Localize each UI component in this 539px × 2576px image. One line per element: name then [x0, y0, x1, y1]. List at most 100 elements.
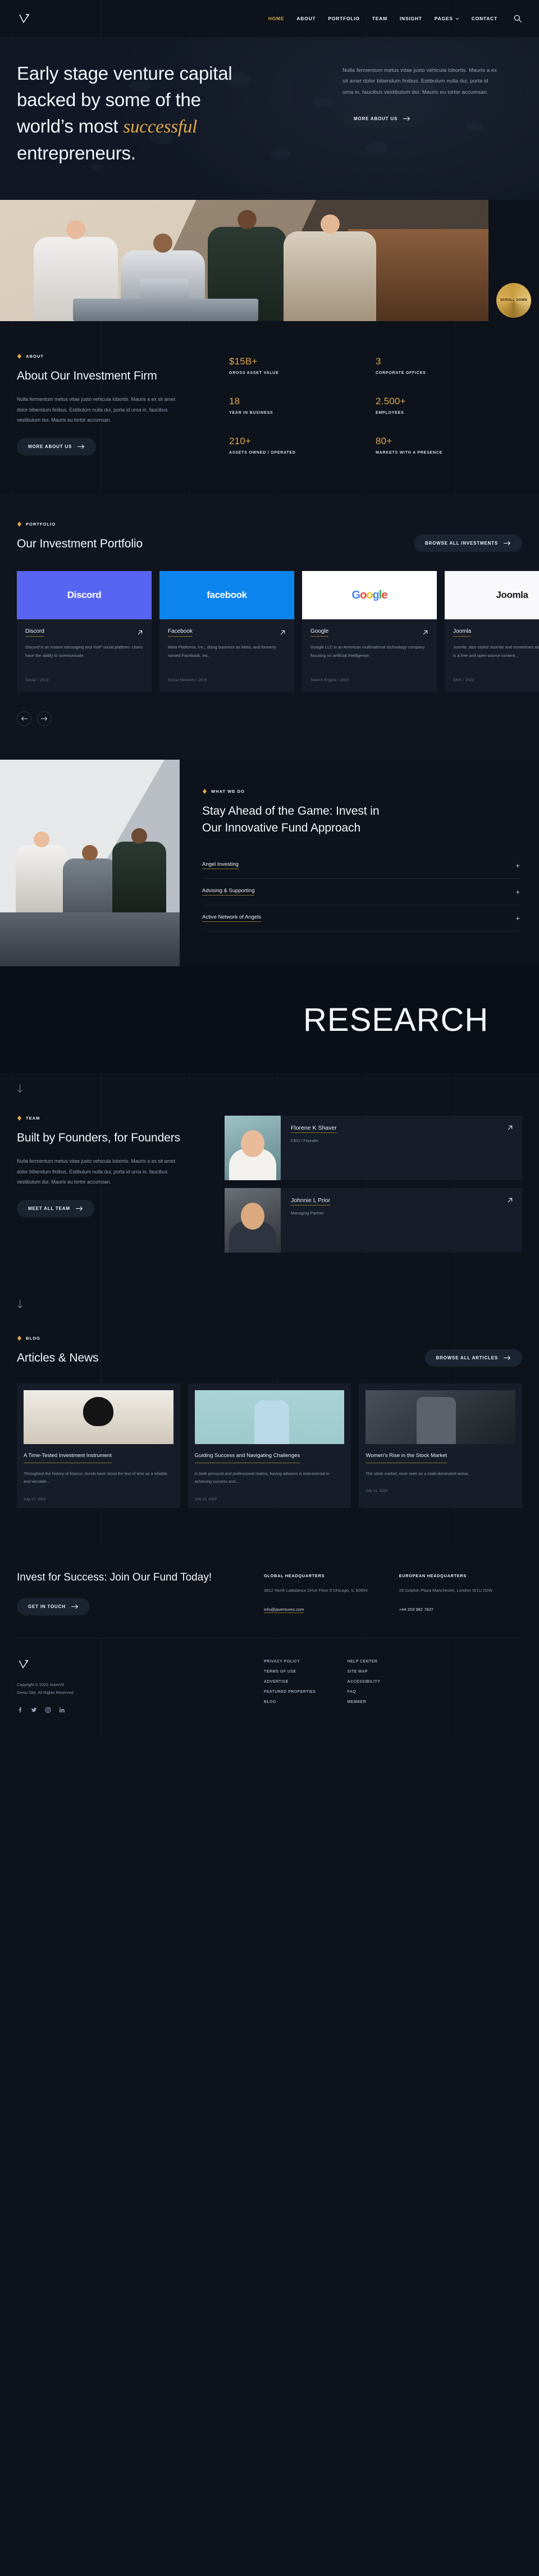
v-monogram-logo-footer[interactable] [17, 1657, 30, 1671]
nav-item-team[interactable]: TEAM [372, 16, 387, 21]
footer-link-advertise[interactable]: ADVERTISE [264, 1680, 316, 1684]
portfolio-card[interactable]: Joomla Joomla Joomla, also styled Joomla… [445, 571, 539, 692]
footer-link-site-map[interactable]: SITE MAP [348, 1670, 381, 1674]
accordion-item-advising-supporting[interactable]: Advising & Supporting + [202, 879, 520, 905]
nav-item-pages[interactable]: PAGES [435, 16, 459, 21]
office-heading: EUROPEAN HEADQUARTERS [399, 1573, 492, 1578]
services-accordion: Angel Investing + Advising & Supporting … [202, 852, 520, 931]
stat-value: $15B+ [229, 356, 376, 367]
arrow-up-right-icon[interactable] [507, 1125, 513, 1131]
footer-link-member[interactable]: MEMBER [348, 1700, 381, 1704]
nav-label: INSIGHT [400, 16, 422, 21]
nav-item-portfolio[interactable]: PORTFOLIO [328, 16, 359, 21]
linkedin-icon[interactable] [59, 1707, 65, 1713]
plus-icon[interactable]: + [515, 862, 520, 869]
meet-all-team-button[interactable]: MEET ALL TEAM [17, 1200, 94, 1217]
primary-navigation: HOME ABOUT PORTFOLIO TEAM INSIGHT PAGES … [268, 14, 522, 23]
arrow-up-right-icon[interactable] [507, 1197, 513, 1203]
portfolio-card-title: Joomla [453, 628, 471, 637]
team-eyebrow: TEAM [17, 1116, 202, 1121]
nav-item-home[interactable]: HOME [268, 16, 285, 21]
portfolio-card-title: Discord [25, 628, 44, 637]
gold-diamond-icon [17, 1116, 22, 1121]
portfolio-brand-logo: facebook [159, 571, 294, 619]
browse-all-investments-button[interactable]: BROWSE ALL INVESTMENTS [414, 535, 522, 552]
carousel-next-button[interactable] [37, 711, 52, 726]
arrow-right-icon [504, 1355, 511, 1360]
nav-label: PORTFOLIO [328, 16, 359, 21]
v-monogram-logo[interactable] [17, 11, 31, 26]
stat-value: 3 [376, 356, 522, 367]
office-collaboration-photo [0, 760, 180, 966]
arrow-up-right-icon[interactable] [280, 629, 286, 636]
button-label: MORE ABOUT US [354, 116, 398, 121]
nav-item-contact[interactable]: CONTACT [472, 16, 497, 21]
portfolio-card-meta: Social Network / 2023 [168, 678, 286, 682]
footer-link-blog[interactable]: BLOG [264, 1700, 316, 1704]
footer-link-accessibility[interactable]: ACCESSIBILITY [348, 1680, 381, 1684]
about-stats-grid: $15B+ GROSS ASSET VALUE 3 CORPORATE OFFI… [229, 354, 522, 455]
blog-card[interactable]: Women's Rise in the Stock Market The sto… [359, 1383, 522, 1508]
arrow-right-icon [76, 1206, 83, 1211]
about-more-about-us-button[interactable]: MORE ABOUT US [17, 438, 96, 455]
portfolio-card[interactable]: Google Google Google LLC is an American … [302, 571, 437, 692]
hero-photo-band: SCROLL DOWN [0, 200, 539, 321]
google-wordmark: Google [352, 589, 387, 602]
arrow-down-icon [17, 1300, 23, 1309]
browse-all-articles-button[interactable]: BROWSE ALL ARTICLES [425, 1349, 522, 1367]
facebook-icon[interactable] [17, 1707, 23, 1713]
plus-icon[interactable]: + [515, 915, 520, 922]
blog-card[interactable]: A Time-Tested Investment Instrument Thro… [17, 1383, 180, 1508]
get-in-touch-button[interactable]: GET IN TOUCH [17, 1598, 90, 1615]
arrow-up-right-icon[interactable] [137, 629, 143, 636]
team-member-card[interactable]: Johnnie L Prior Managing Partner [225, 1188, 522, 1253]
stat-item: 2.500+ EMPLOYEES [376, 396, 522, 415]
stat-value: 2.500+ [376, 396, 522, 407]
blog-card-title: Women's Rise in the Stock Market [366, 1452, 447, 1463]
portfolio-card-desc: Google LLC is an American multinational … [310, 643, 428, 669]
accordion-item-angel-investing[interactable]: Angel Investing + [202, 852, 520, 879]
instagram-icon[interactable] [45, 1707, 51, 1713]
arrow-up-right-icon[interactable] [422, 629, 428, 636]
twitter-icon[interactable] [31, 1707, 37, 1713]
blog-card-excerpt: The stock market, once seen as a male-do… [366, 1470, 515, 1478]
arrow-right-icon [403, 116, 410, 121]
hero-more-about-us-button[interactable]: MORE ABOUT US [342, 110, 422, 127]
portfolio-card-title: Google [310, 628, 328, 637]
footer-link-terms-of-use[interactable]: TERMS OF USE [264, 1670, 316, 1674]
hero-title-line-2: backed by some of the [17, 89, 201, 110]
hero-section: Early stage venture capital backed by so… [0, 37, 539, 200]
portfolio-carousel-nav [17, 711, 522, 726]
footer-column-legal: PRIVACY POLICY TERMS OF USE ADVERTISE FE… [264, 1660, 316, 1713]
social-links [17, 1707, 241, 1713]
scroll-down-badge[interactable]: SCROLL DOWN [496, 283, 531, 318]
portfolio-card[interactable]: Discord Discord Discord is an instant me… [17, 571, 152, 692]
accordion-item-active-network[interactable]: Active Network of Angels + [202, 905, 520, 931]
hero-title: Early stage venture capital backed by so… [17, 61, 320, 166]
search-icon[interactable] [513, 14, 522, 23]
accordion-label: Advising & Supporting [202, 888, 254, 896]
plus-icon[interactable]: + [515, 888, 520, 896]
footer-link-privacy-policy[interactable]: PRIVACY POLICY [264, 1660, 316, 1664]
what-we-do-section: WHAT WE DO Stay Ahead of the Game: Inves… [0, 760, 539, 966]
footer-link-help-center[interactable]: HELP CENTER [348, 1660, 381, 1664]
team-member-card[interactable]: Florene K Shaver CEO / Founder [225, 1116, 522, 1180]
portfolio-card[interactable]: facebook Facebook Meta Platforms, Inc., … [159, 571, 294, 692]
carousel-prev-button[interactable] [17, 711, 31, 726]
office-phone[interactable]: +44 203 982 7837 [399, 1607, 492, 1612]
footer-link-faq[interactable]: FAQ [348, 1690, 381, 1694]
blog-card[interactable]: Guiding Success and Navigating Challenge… [188, 1383, 351, 1508]
office-european: EUROPEAN HEADQUARTERS 28 Dolphin Plaza M… [399, 1573, 492, 1616]
nav-item-about[interactable]: ABOUT [296, 16, 316, 21]
nav-item-insight[interactable]: INSIGHT [400, 16, 422, 21]
arrow-right-icon [504, 541, 511, 546]
stat-label: MARKETS WITH A PRESENCE [376, 451, 522, 455]
footer-column-support: HELP CENTER SITE MAP ACCESSIBILITY FAQ M… [348, 1660, 381, 1713]
blog-card-excerpt: In both personal and professional realms… [195, 1470, 345, 1486]
stat-item: 3 CORPORATE OFFICES [376, 356, 522, 376]
research-marquee-section: RESEARCH [0, 966, 539, 1073]
office-email-link[interactable]: info@javentures.com [264, 1607, 304, 1613]
footer-link-featured-properties[interactable]: FEATURED PROPERTIES [264, 1690, 316, 1694]
blog-card-title: A Time-Tested Investment Instrument [24, 1452, 112, 1463]
team-member-role: Managing Partner [291, 1211, 513, 1216]
